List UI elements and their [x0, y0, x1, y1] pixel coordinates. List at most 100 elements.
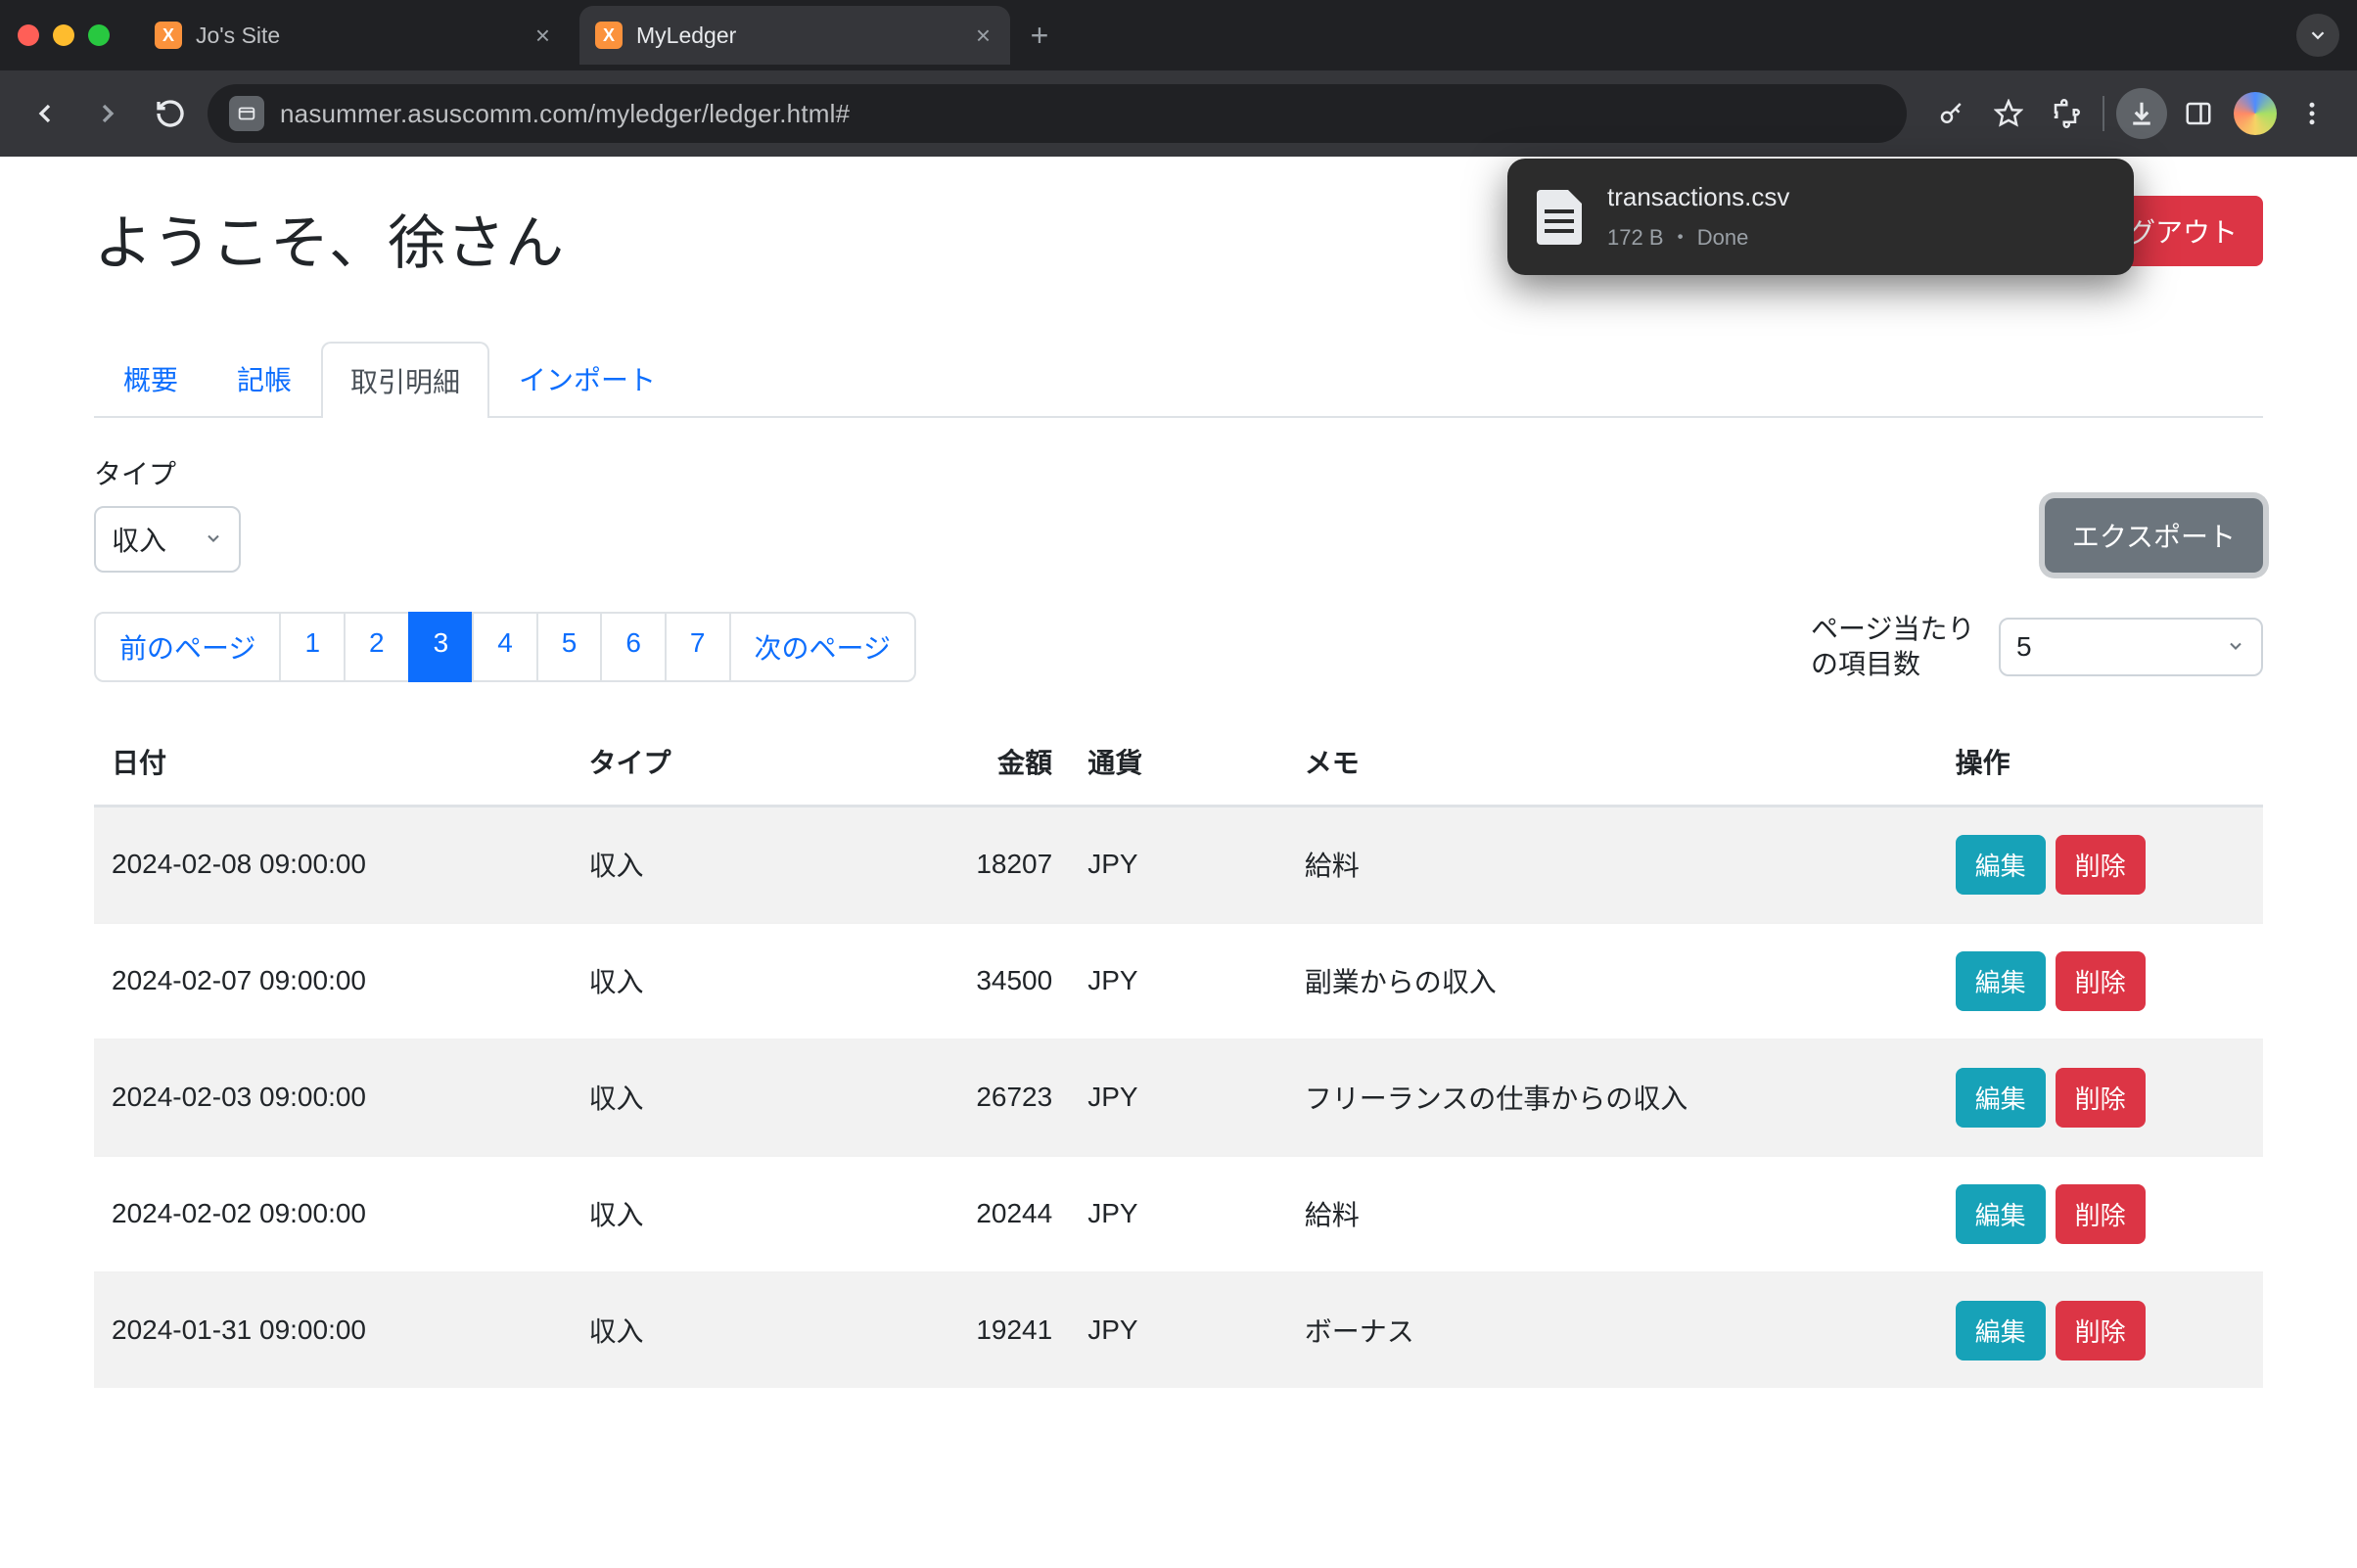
file-icon [1537, 190, 1582, 245]
cell-date: 2024-02-02 09:00:00 [94, 1156, 572, 1272]
profile-avatar[interactable] [2230, 88, 2281, 139]
cell-amount: 34500 [854, 923, 1071, 1039]
table-row: 2024-02-08 09:00:00収入18207JPY給料編集削除 [94, 806, 2263, 923]
delete-button[interactable]: 削除 [2056, 1301, 2146, 1360]
tab-title: MyLedger [636, 23, 736, 49]
edit-button[interactable]: 編集 [1956, 1301, 2046, 1360]
nav-forward-button[interactable] [82, 88, 133, 139]
page-number-1[interactable]: 1 [279, 612, 346, 682]
table-row: 2024-01-31 09:00:00収入19241JPYボーナス編集削除 [94, 1272, 2263, 1388]
browser-tab-myledger[interactable]: X MyLedger × [579, 6, 1010, 65]
export-button[interactable]: エクスポート [2045, 498, 2263, 573]
delete-button[interactable]: 削除 [2056, 1068, 2146, 1128]
edit-button[interactable]: 編集 [1956, 1068, 2046, 1128]
extensions-icon[interactable] [2040, 88, 2091, 139]
cell-type: 収入 [572, 1039, 854, 1156]
cell-currency: JPY [1070, 923, 1287, 1039]
side-panel-icon[interactable] [2173, 88, 2224, 139]
tab-close-icon[interactable]: × [976, 23, 991, 48]
edit-button[interactable]: 編集 [1956, 1184, 2046, 1244]
page-number-5[interactable]: 5 [536, 612, 603, 682]
browser-toolbar: nasummer.asuscomm.com/myledger/ledger.ht… [0, 70, 2357, 157]
table-row: 2024-02-03 09:00:00収入26723JPYフリーランスの仕事から… [94, 1039, 2263, 1156]
edit-button[interactable]: 編集 [1956, 951, 2046, 1011]
site-info-icon[interactable] [229, 96, 264, 131]
tab-overflow-button[interactable] [2296, 14, 2339, 57]
new-tab-button[interactable]: + [1020, 16, 1059, 55]
nav-tabs: 概要 記帳 取引明細 インポート [94, 340, 2263, 418]
nav-back-button[interactable] [20, 88, 70, 139]
cell-date: 2024-02-07 09:00:00 [94, 923, 572, 1039]
delete-button[interactable]: 削除 [2056, 1184, 2146, 1244]
delete-button[interactable]: 削除 [2056, 951, 2146, 1011]
cell-amount: 19241 [854, 1272, 1071, 1388]
download-popup[interactable]: transactions.csv 172 B ・ Done [1507, 159, 2134, 275]
cell-amount: 18207 [854, 806, 1071, 923]
page-number-3[interactable]: 3 [408, 612, 475, 682]
cell-amount: 20244 [854, 1156, 1071, 1272]
table-row: 2024-02-07 09:00:00収入34500JPY副業からの収入編集削除 [94, 923, 2263, 1039]
page-number-6[interactable]: 6 [600, 612, 667, 682]
window-close-button[interactable] [18, 24, 39, 46]
edit-button[interactable]: 編集 [1956, 835, 2046, 895]
filter-type-label: タイプ [94, 453, 241, 492]
window-minimize-button[interactable] [53, 24, 74, 46]
cell-date: 2024-02-03 09:00:00 [94, 1039, 572, 1156]
tab-overview[interactable]: 概要 [94, 340, 208, 416]
tab-favicon: X [155, 22, 182, 49]
cell-memo: 副業からの収入 [1287, 923, 1938, 1039]
page-prev[interactable]: 前のページ [94, 612, 281, 682]
transactions-table: 日付 タイプ 金額 通貨 メモ 操作 2024-02-08 09:00:00収入… [94, 718, 2263, 1388]
download-file-meta: 172 B ・ Done [1607, 220, 1789, 252]
cell-type: 収入 [572, 1272, 854, 1388]
tab-ledger[interactable]: 記帳 [208, 340, 321, 416]
delete-button[interactable]: 削除 [2056, 835, 2146, 895]
window-maximize-button[interactable] [88, 24, 110, 46]
welcome-heading: ようこそ、徐さん [94, 196, 564, 281]
cell-currency: JPY [1070, 1039, 1287, 1156]
cell-memo: 給料 [1287, 806, 1938, 923]
password-key-icon[interactable] [1926, 88, 1977, 139]
tab-title: Jo's Site [196, 23, 280, 49]
cell-actions: 編集削除 [1938, 1156, 2263, 1272]
cell-actions: 編集削除 [1938, 923, 2263, 1039]
bookmark-star-icon[interactable] [1983, 88, 2034, 139]
page-number-7[interactable]: 7 [665, 612, 731, 682]
filter-type-value: 収入 [112, 520, 166, 559]
cell-actions: 編集削除 [1938, 1039, 2263, 1156]
toolbar-divider [2103, 96, 2104, 131]
tab-close-icon[interactable]: × [535, 23, 550, 48]
browser-tab-jos-site[interactable]: X Jo's Site × [139, 6, 570, 65]
url-text: nasummer.asuscomm.com/myledger/ledger.ht… [280, 99, 850, 129]
download-file-name: transactions.csv [1607, 182, 1789, 212]
th-actions: 操作 [1938, 718, 2263, 807]
tab-details[interactable]: 取引明細 [321, 342, 489, 418]
page-number-2[interactable]: 2 [344, 612, 410, 682]
tab-import[interactable]: インポート [489, 340, 685, 416]
page-content: ようこそ、徐さん ログアウト 概要 記帳 取引明細 インポート タイプ 収入 エ… [0, 157, 2357, 1568]
perpage-label: ページ当たりの項目数 [1811, 612, 1977, 683]
filter-type-select[interactable]: 収入 [94, 506, 241, 573]
tab-favicon: X [595, 22, 623, 49]
th-date: 日付 [94, 718, 572, 807]
cell-type: 収入 [572, 923, 854, 1039]
th-type: タイプ [572, 718, 854, 807]
chrome-menu-icon[interactable] [2287, 88, 2337, 139]
address-bar[interactable]: nasummer.asuscomm.com/myledger/ledger.ht… [208, 84, 1907, 143]
cell-currency: JPY [1070, 1272, 1287, 1388]
cell-type: 収入 [572, 806, 854, 923]
chevron-down-icon [2226, 631, 2245, 663]
perpage-select[interactable]: 5 [1999, 618, 2263, 676]
downloads-icon[interactable] [2116, 88, 2167, 139]
nav-reload-button[interactable] [145, 88, 196, 139]
cell-memo: ボーナス [1287, 1272, 1938, 1388]
th-memo: メモ [1287, 718, 1938, 807]
cell-type: 収入 [572, 1156, 854, 1272]
page-next[interactable]: 次のページ [729, 612, 916, 682]
browser-tab-strip: X Jo's Site × X MyLedger × + [0, 0, 2357, 70]
cell-currency: JPY [1070, 806, 1287, 923]
table-row: 2024-02-02 09:00:00収入20244JPY給料編集削除 [94, 1156, 2263, 1272]
page-number-4[interactable]: 4 [472, 612, 538, 682]
pagination: 前のページ 1234567 次のページ [94, 612, 916, 682]
cell-actions: 編集削除 [1938, 806, 2263, 923]
